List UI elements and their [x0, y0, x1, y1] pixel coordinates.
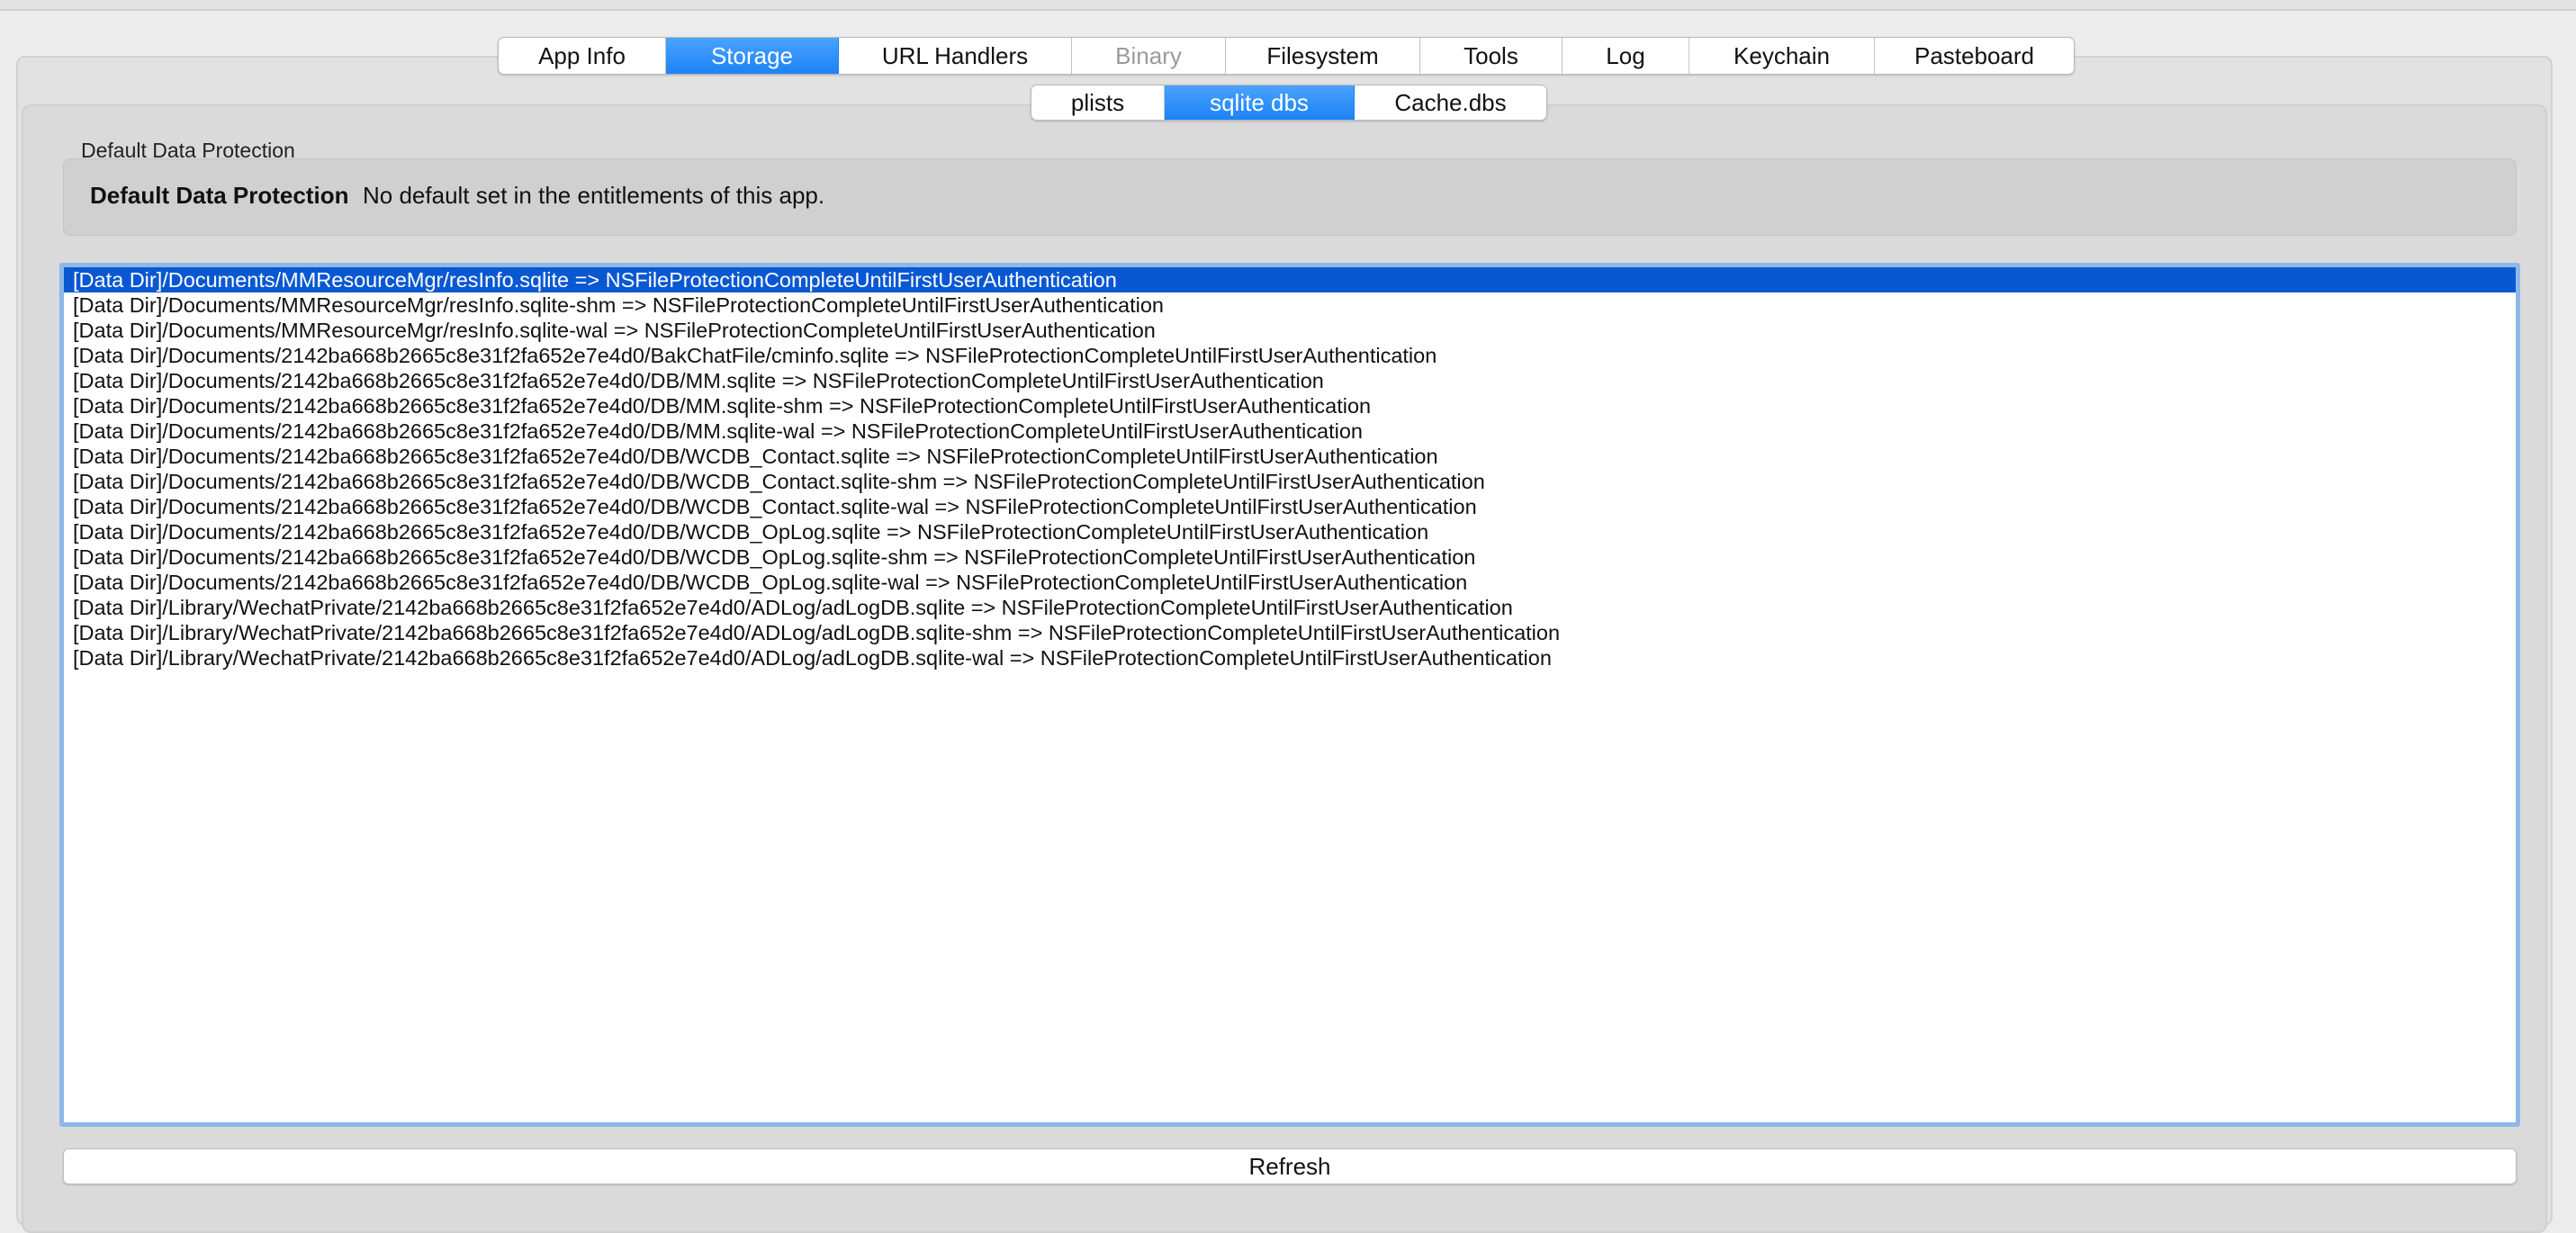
default-data-protection-group-title: Default Data Protection [81, 139, 295, 162]
file-list-row[interactable]: [Data Dir]/Documents/2142ba668b2665c8e31… [64, 519, 2516, 544]
default-data-protection-label: Default Data Protection [90, 182, 349, 209]
file-list-row[interactable]: [Data Dir]/Documents/2142ba668b2665c8e31… [64, 418, 2516, 444]
file-list-row[interactable]: [Data Dir]/Documents/2142ba668b2665c8e31… [64, 544, 2516, 570]
file-list-row[interactable]: [Data Dir]/Documents/2142ba668b2665c8e31… [64, 343, 2516, 368]
tab-cache-dbs[interactable]: Cache.dbs [1355, 86, 1546, 120]
tab-plists[interactable]: plists [1031, 86, 1165, 120]
tab-filesystem[interactable]: Filesystem [1226, 38, 1420, 74]
file-list-row[interactable]: [Data Dir]/Documents/2142ba668b2665c8e31… [64, 494, 2516, 519]
file-list-row[interactable]: [Data Dir]/Documents/2142ba668b2665c8e31… [64, 393, 2516, 418]
refresh-button[interactable]: Refresh [63, 1148, 2517, 1184]
tab-storage[interactable]: Storage [666, 38, 839, 74]
default-data-protection-value: No default set in the entitlements of th… [363, 182, 825, 209]
file-list-row[interactable]: [Data Dir]/Library/WechatPrivate/2142ba6… [64, 595, 2516, 620]
file-list-row[interactable]: [Data Dir]/Documents/2142ba668b2665c8e31… [64, 368, 2516, 393]
tab-sqlite-dbs[interactable]: sqlite dbs [1165, 86, 1355, 120]
tab-log[interactable]: Log [1563, 38, 1689, 74]
file-list-row[interactable]: [Data Dir]/Documents/MMResourceMgr/resIn… [64, 267, 2516, 292]
tab-app-info[interactable]: App Info [499, 38, 666, 74]
file-list-row[interactable]: [Data Dir]/Documents/2142ba668b2665c8e31… [64, 469, 2516, 494]
tab-tools[interactable]: Tools [1420, 38, 1563, 74]
storage-sub-tab-bar: plists sqlite dbs Cache.dbs [1031, 85, 1547, 121]
file-list-row[interactable]: [Data Dir]/Library/WechatPrivate/2142ba6… [64, 645, 2516, 670]
tab-url-handlers[interactable]: URL Handlers [839, 38, 1072, 74]
tab-pasteboard[interactable]: Pasteboard [1875, 38, 2074, 74]
main-tab-bar: App Info Storage URL Handlers Binary Fil… [498, 37, 2075, 75]
file-list-row[interactable]: [Data Dir]/Library/WechatPrivate/2142ba6… [64, 620, 2516, 645]
file-list-row[interactable]: [Data Dir]/Documents/2142ba668b2665c8e31… [64, 444, 2516, 469]
tab-keychain[interactable]: Keychain [1689, 38, 1875, 74]
tab-binary[interactable]: Binary [1072, 38, 1226, 74]
file-list-row[interactable]: [Data Dir]/Documents/MMResourceMgr/resIn… [64, 318, 2516, 343]
sqlite-file-list[interactable]: [Data Dir]/Documents/MMResourceMgr/resIn… [59, 263, 2520, 1127]
window-top-edge [0, 0, 2576, 11]
file-list-row[interactable]: [Data Dir]/Documents/MMResourceMgr/resIn… [64, 292, 2516, 318]
file-list-row[interactable]: [Data Dir]/Documents/2142ba668b2665c8e31… [64, 570, 2516, 595]
